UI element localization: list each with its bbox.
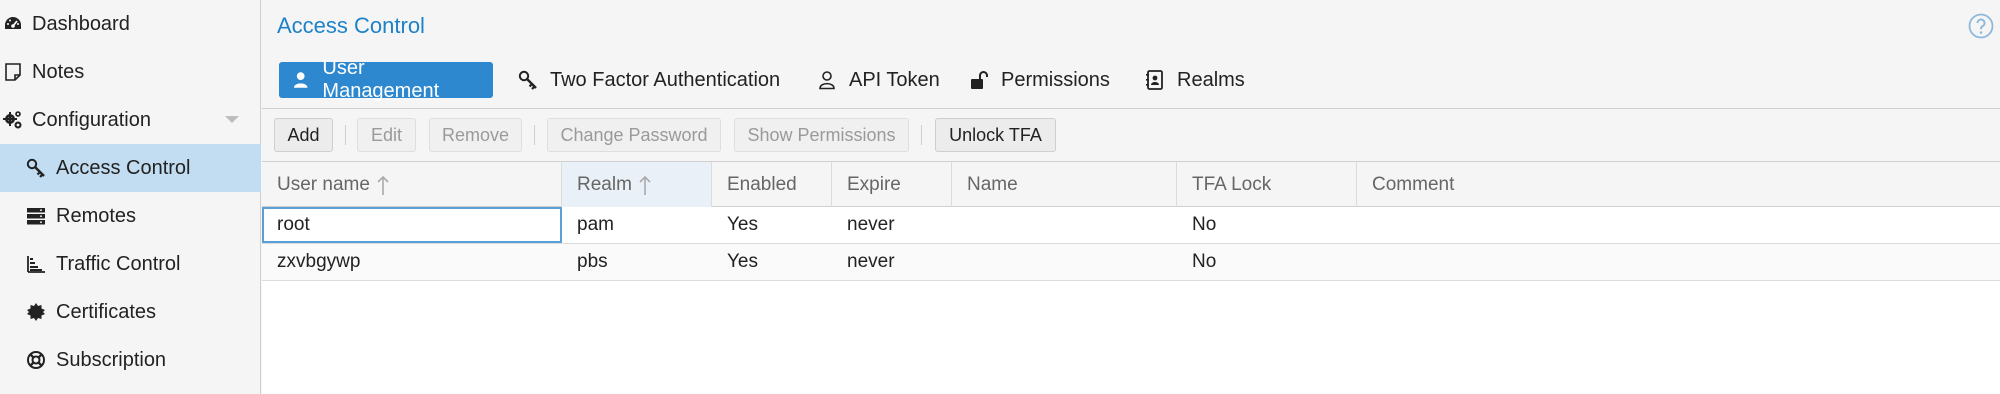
toolbar: Add Edit Remove Change Password Show Per… [262, 109, 2000, 162]
column-header-label: Comment [1372, 173, 1455, 195]
tab-api-token[interactable]: API Token [807, 62, 950, 98]
table-row[interactable]: zxvbgywp pbs Yes never No [262, 244, 2000, 281]
notes-icon [3, 62, 23, 82]
sidebar-item-label: Access Control [56, 156, 191, 179]
toolbar-separator [534, 125, 535, 145]
column-header-tfa-lock[interactable]: TFA Lock [1177, 162, 1357, 207]
remove-button[interactable]: Remove [429, 118, 522, 152]
tab-bar: User Management Two Factor Authenticatio… [262, 52, 2000, 109]
cell-user-name[interactable]: root [262, 207, 562, 243]
table-row[interactable]: root pam Yes never No [262, 207, 2000, 244]
sidebar-item-label: Dashboard [32, 12, 130, 35]
tab-label: Realms [1177, 68, 1245, 91]
add-button[interactable]: Add [274, 118, 333, 152]
sidebar-item-traffic-control[interactable]: Traffic Control [0, 240, 261, 288]
chevron-down-icon[interactable] [225, 116, 239, 123]
toolbar-separator [345, 125, 346, 145]
sidebar-item-notes[interactable]: Notes [0, 48, 261, 96]
edit-button[interactable]: Edit [357, 118, 416, 152]
cell-comment [1357, 207, 2000, 243]
column-header-label: Expire [847, 173, 901, 195]
sidebar-item-access-control[interactable]: Access Control [0, 144, 261, 192]
column-header-label: Enabled [727, 173, 797, 195]
column-header-label: Name [967, 173, 1018, 195]
sidebar-item-label: Subscription [56, 348, 167, 371]
column-header-label: TFA Lock [1192, 173, 1272, 195]
cell-user-name[interactable]: zxvbgywp [262, 244, 562, 280]
column-header-user-name[interactable]: User name [262, 162, 562, 207]
sidebar-item-label: Configuration [32, 108, 151, 131]
tab-permissions[interactable]: Permissions [959, 62, 1120, 98]
sort-ascending-icon [377, 175, 389, 195]
tab-label: API Token [849, 68, 940, 91]
sidebar: Dashboard Notes Configuration Access Con… [0, 0, 261, 394]
tab-label: Permissions [1001, 68, 1110, 91]
grid-header: User name Realm Enabled Expire Name TFA … [262, 162, 2000, 207]
column-header-realm[interactable]: Realm [562, 162, 712, 207]
cell-comment [1357, 244, 2000, 280]
cell-name [952, 244, 1177, 280]
cell-tfa-lock: No [1192, 214, 1217, 235]
user-icon [293, 72, 308, 88]
column-header-label: User name [277, 173, 370, 195]
unlock-icon [971, 71, 988, 89]
gears-icon [3, 110, 23, 130]
column-header-comment[interactable]: Comment [1357, 162, 2000, 207]
cell-realm: pam [577, 214, 614, 235]
column-header-name[interactable]: Name [952, 162, 1177, 207]
sidebar-item-label: Traffic Control [56, 252, 181, 275]
column-header-enabled[interactable]: Enabled [712, 162, 832, 207]
sidebar-item-remotes[interactable]: Remotes [0, 192, 261, 240]
cell-enabled: Yes [727, 251, 758, 272]
cell-tfa-lock: No [1192, 251, 1217, 272]
tab-label: User Management [322, 57, 440, 102]
sidebar-item-label: Notes [32, 60, 85, 83]
cell-expire: never [847, 214, 895, 235]
sidebar-item-label: Remotes [56, 204, 137, 227]
toolbar-separator [921, 125, 922, 145]
cell-name [952, 207, 1177, 243]
sidebar-item-certificates[interactable]: Certificates [0, 288, 261, 336]
change-password-button[interactable]: Change Password [547, 118, 721, 152]
tab-label: Two Factor Authentication [550, 68, 781, 91]
cell-realm: pbs [577, 251, 608, 272]
sidebar-item-dashboard[interactable]: Dashboard [0, 0, 261, 48]
key-icon [518, 70, 537, 90]
key-icon [26, 158, 46, 178]
unlock-tfa-button[interactable]: Unlock TFA [935, 118, 1056, 152]
tab-user-management[interactable]: User Management [279, 57, 493, 102]
column-header-label: Realm [577, 173, 632, 195]
column-header-expire[interactable]: Expire [832, 162, 952, 207]
app-window: Dashboard Notes Configuration Access Con… [0, 0, 2000, 394]
life-ring-icon [26, 350, 46, 370]
server-icon [26, 206, 46, 226]
bar-chart-icon [26, 254, 46, 274]
certificate-icon [26, 302, 46, 322]
tab-realms[interactable]: Realms [1135, 62, 1255, 98]
sidebar-item-configuration[interactable]: Configuration [0, 96, 261, 144]
sort-ascending-icon [639, 175, 651, 195]
page-title: Access Control [277, 13, 425, 38]
sidebar-item-label: Certificates [56, 300, 157, 323]
cell-expire: never [847, 251, 895, 272]
tab-two-factor-authentication[interactable]: Two Factor Authentication [508, 62, 790, 98]
cell-enabled: Yes [727, 214, 758, 235]
question-circle-icon[interactable] [1968, 13, 1994, 39]
sidebar-item-subscription[interactable]: Subscription [0, 336, 261, 384]
dashboard-icon [3, 14, 23, 34]
panel-header: Access Control [262, 0, 2000, 52]
user-outline-icon [819, 71, 835, 90]
address-book-icon [1146, 70, 1163, 90]
show-permissions-button[interactable]: Show Permissions [734, 118, 909, 152]
main-panel: Access Control User Management Two Facto… [262, 0, 2000, 394]
